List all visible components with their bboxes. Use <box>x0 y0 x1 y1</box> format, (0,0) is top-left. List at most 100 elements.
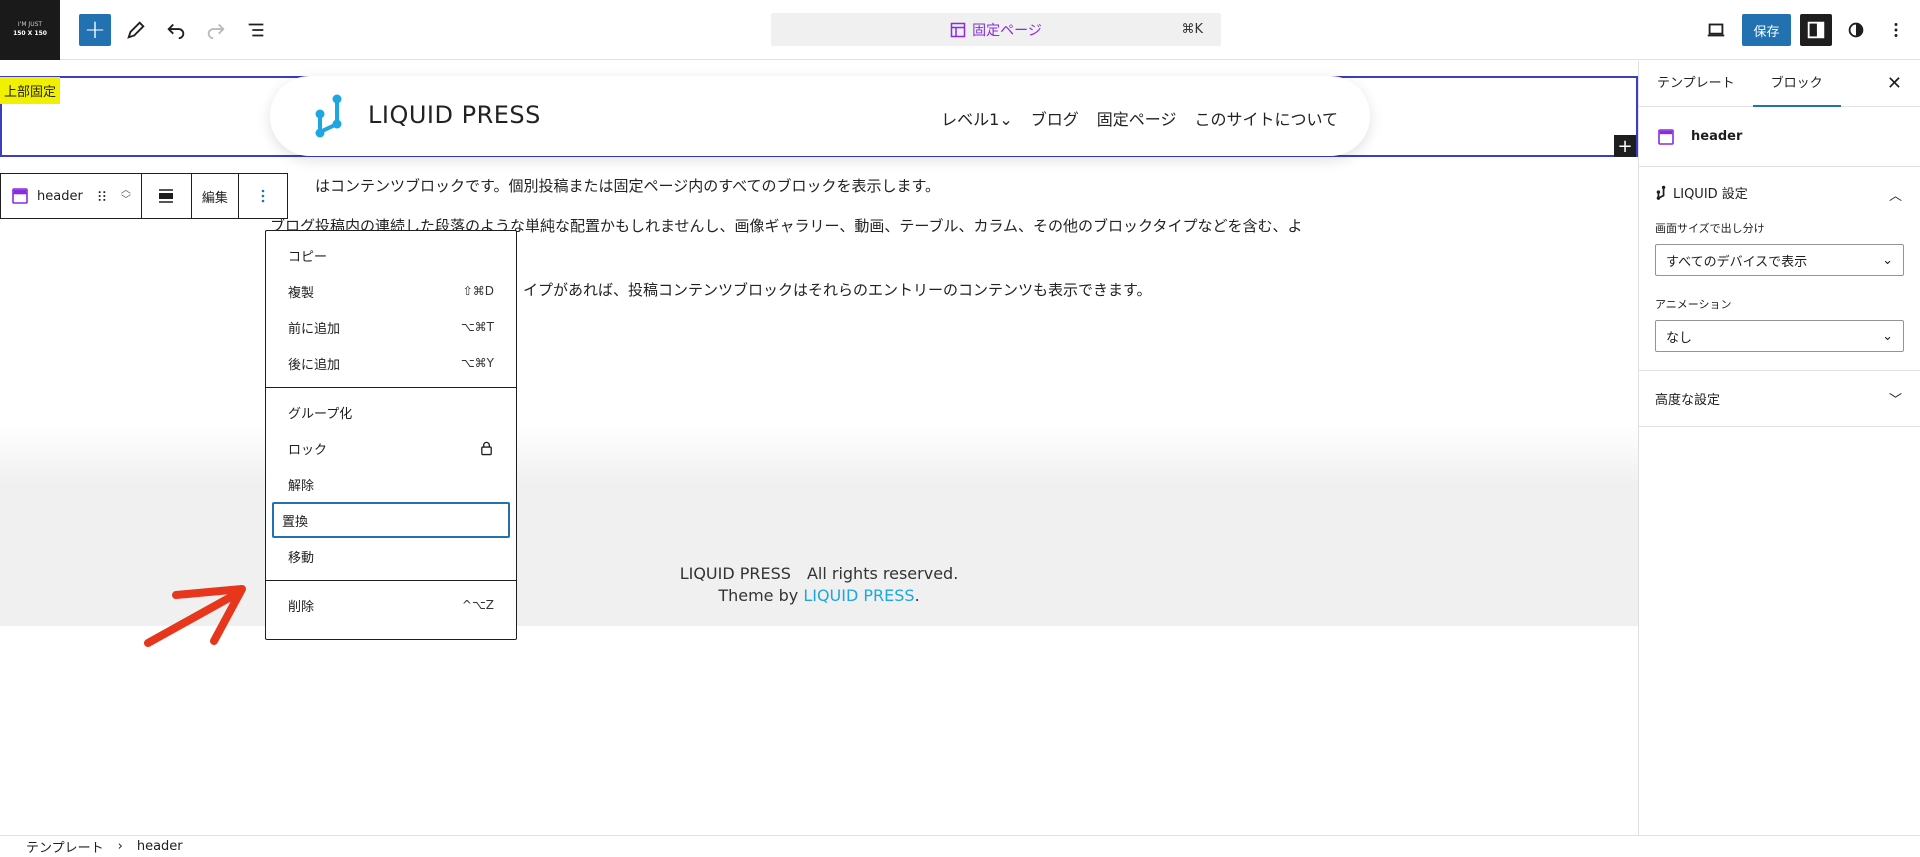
menu-item-label: 置換 <box>282 514 309 530</box>
pencil-icon <box>127 21 145 39</box>
plus-icon: + <box>84 15 106 45</box>
site-header-nav[interactable]: LIQUID PRESS レベル1⌄ ブログ 固定ページ このサイトについて <box>270 76 1370 156</box>
options-button[interactable] <box>1880 14 1912 46</box>
screen-size-value: すべてのデバイスで表示 <box>1666 254 1808 270</box>
menu-item-move[interactable]: 移動 <box>272 538 510 574</box>
chevron-down-icon: ⌄ <box>1882 328 1893 344</box>
sidebar-tabs: テンプレート ブロック ✕ <box>1639 61 1920 107</box>
menu-item-shortcut: ⌥⌘T <box>460 320 494 334</box>
site-icon-text-1: I'M JUST <box>17 21 43 28</box>
list-view-icon <box>248 23 264 37</box>
menu-item-label: 前に追加 <box>288 321 341 337</box>
settings-sidebar: テンプレート ブロック ✕ header LIQUID 設定 ︿ 画面サイズで出… <box>1638 61 1920 845</box>
menu-item-shortcut: ^⌥Z <box>461 598 494 612</box>
contrast-icon <box>1848 22 1864 38</box>
tab-template[interactable]: テンプレート <box>1639 61 1753 106</box>
menu-item-lock[interactable]: ロック <box>272 430 510 466</box>
liquid-settings-panel: LIQUID 設定 ︿ 画面サイズで出し分け すべてのデバイスで表示 ⌄ アニメー… <box>1639 167 1920 371</box>
block-movers: ︿ ﹀ <box>121 186 131 206</box>
menu-item-shortcut: ⌥⌘Y <box>460 356 494 370</box>
content-paragraph-3[interactable]: イプがあれば、投稿コンテンツブロックはそれらのエントリーのコンテンツも表示できま… <box>523 279 1152 300</box>
chevron-down-icon: ⌄ <box>1882 252 1893 268</box>
animation-label: アニメーション <box>1655 298 1732 311</box>
document-overview-button[interactable] <box>240 14 272 46</box>
redo-icon <box>207 23 225 40</box>
sidebar-icon <box>1807 21 1825 39</box>
tools-button[interactable] <box>120 14 152 46</box>
menu-item-replace[interactable]: 置換 <box>272 502 510 538</box>
site-icon-text-2: 150 X 150 <box>13 30 47 37</box>
plus-icon: + <box>1617 135 1633 157</box>
menu-item-label: 複製 <box>288 285 315 301</box>
menu-group-edit: コピー 複製 ⇧⌘D 前に追加 ⌥⌘T 後に追加 ⌥⌘Y <box>266 231 516 388</box>
save-button[interactable]: 保存 <box>1742 14 1791 46</box>
animation-value: なし <box>1666 330 1693 346</box>
tab-block[interactable]: ブロック <box>1752 61 1841 107</box>
liquid-settings-toggle[interactable]: LIQUID 設定 <box>1655 183 1904 202</box>
block-card: header <box>1639 107 1920 167</box>
close-icon[interactable]: ✕ <box>1887 73 1902 94</box>
nav-item-about[interactable]: このサイトについて <box>1194 106 1338 130</box>
menu-item-group[interactable]: グループ化 <box>272 394 510 430</box>
fixed-top-tag: 上部固定 <box>0 77 61 104</box>
nav-menu: レベル1⌄ ブログ 固定ページ このサイトについて <box>941 106 1338 130</box>
command-bar-shortcut: ⌘K <box>1181 22 1203 37</box>
add-block-after-button[interactable]: + <box>1614 135 1636 157</box>
menu-item-copy[interactable]: コピー <box>272 237 510 273</box>
screen-size-select[interactable]: すべてのデバイスで表示 ⌄ <box>1655 244 1904 276</box>
block-toolbar: header ︿ ﹀ 編集 <box>0 173 288 219</box>
settings-sidebar-toggle[interactable] <box>1800 14 1832 46</box>
nav-item-blog[interactable]: ブログ <box>1031 106 1079 130</box>
breadcrumb-template[interactable]: テンプレート <box>26 837 104 856</box>
breadcrumb-separator: › <box>117 839 123 854</box>
menu-item-duplicate[interactable]: 複製 ⇧⌘D <box>272 273 510 309</box>
menu-item-label: コピー <box>288 249 328 265</box>
menu-item-insert-after[interactable]: 後に追加 ⌥⌘Y <box>272 345 510 381</box>
align-button[interactable] <box>142 174 192 218</box>
editor-canvas[interactable]: 上部固定 LIQUID PRESS レベル1⌄ ブログ 固定ページ このサイトに… <box>0 61 1638 845</box>
content-paragraph-1[interactable]: はコンテンツブロックです。個別投稿または固定ページ内のすべてのブロックを表示しま… <box>315 175 940 196</box>
nav-item-pages[interactable]: 固定ページ <box>1097 106 1177 130</box>
footer-theme-link[interactable]: LIQUID PRESS <box>803 586 914 605</box>
footer-credit-prefix: Theme by <box>718 586 804 605</box>
undo-button[interactable] <box>160 14 192 46</box>
move-down-icon[interactable]: ﹀ <box>121 196 131 206</box>
nav-item-level1[interactable]: レベル1⌄ <box>941 106 1013 130</box>
menu-item-insert-before[interactable]: 前に追加 ⌥⌘T <box>272 309 510 345</box>
menu-group-structure: グループ化 ロック 解除 置換 移動 <box>266 388 516 581</box>
undo-icon <box>167 23 185 40</box>
template-part-icon <box>1658 128 1674 145</box>
screen-size-label: 画面サイズで出し分け <box>1655 222 1765 235</box>
advanced-settings-label: 高度な設定 <box>1655 393 1721 408</box>
menu-item-shortcut: ⇧⌘D <box>462 284 494 298</box>
laptop-icon <box>1707 23 1725 37</box>
edit-button[interactable]: 編集 <box>192 174 239 218</box>
command-palette-bar[interactable]: 固定ページ ⌘K <box>771 13 1221 46</box>
breadcrumb-header[interactable]: header <box>137 839 183 854</box>
menu-item-label: グループ化 <box>288 406 353 422</box>
template-part-icon <box>12 188 28 204</box>
drag-handle-icon[interactable] <box>95 187 109 205</box>
block-switcher[interactable]: header ︿ ﹀ <box>1 174 142 218</box>
menu-item-label: 移動 <box>288 550 315 566</box>
block-inserter-button[interactable]: + <box>79 14 111 46</box>
block-breadcrumb: テンプレート › header <box>0 835 1920 857</box>
block-card-title: header <box>1691 129 1743 144</box>
block-toolbar-name: header <box>37 188 83 204</box>
editor-top-toolbar: I'M JUST 150 X 150 + 固定ページ ⌘K 保存 <box>0 0 1920 60</box>
site-title[interactable]: LIQUID PRESS <box>368 101 541 129</box>
align-full-width-icon <box>159 189 174 203</box>
liquid-settings-title: LIQUID 設定 <box>1673 187 1748 202</box>
chevron-up-icon[interactable]: ︿ <box>1889 185 1902 204</box>
redo-button[interactable] <box>200 14 232 46</box>
preview-device-button[interactable] <box>1700 14 1732 46</box>
annotation-arrow-icon <box>144 585 246 647</box>
site-icon-button[interactable]: I'M JUST 150 X 150 <box>0 0 60 60</box>
block-options-button[interactable] <box>239 174 287 218</box>
animation-select[interactable]: なし ⌄ <box>1655 320 1904 352</box>
menu-item-delete[interactable]: 削除 ^⌥Z <box>272 587 510 623</box>
liquid-logo-icon <box>1656 185 1666 200</box>
menu-item-detach[interactable]: 解除 <box>272 466 510 502</box>
styles-button[interactable] <box>1840 14 1872 46</box>
advanced-settings-toggle[interactable]: 高度な設定 ﹀ <box>1639 371 1920 427</box>
